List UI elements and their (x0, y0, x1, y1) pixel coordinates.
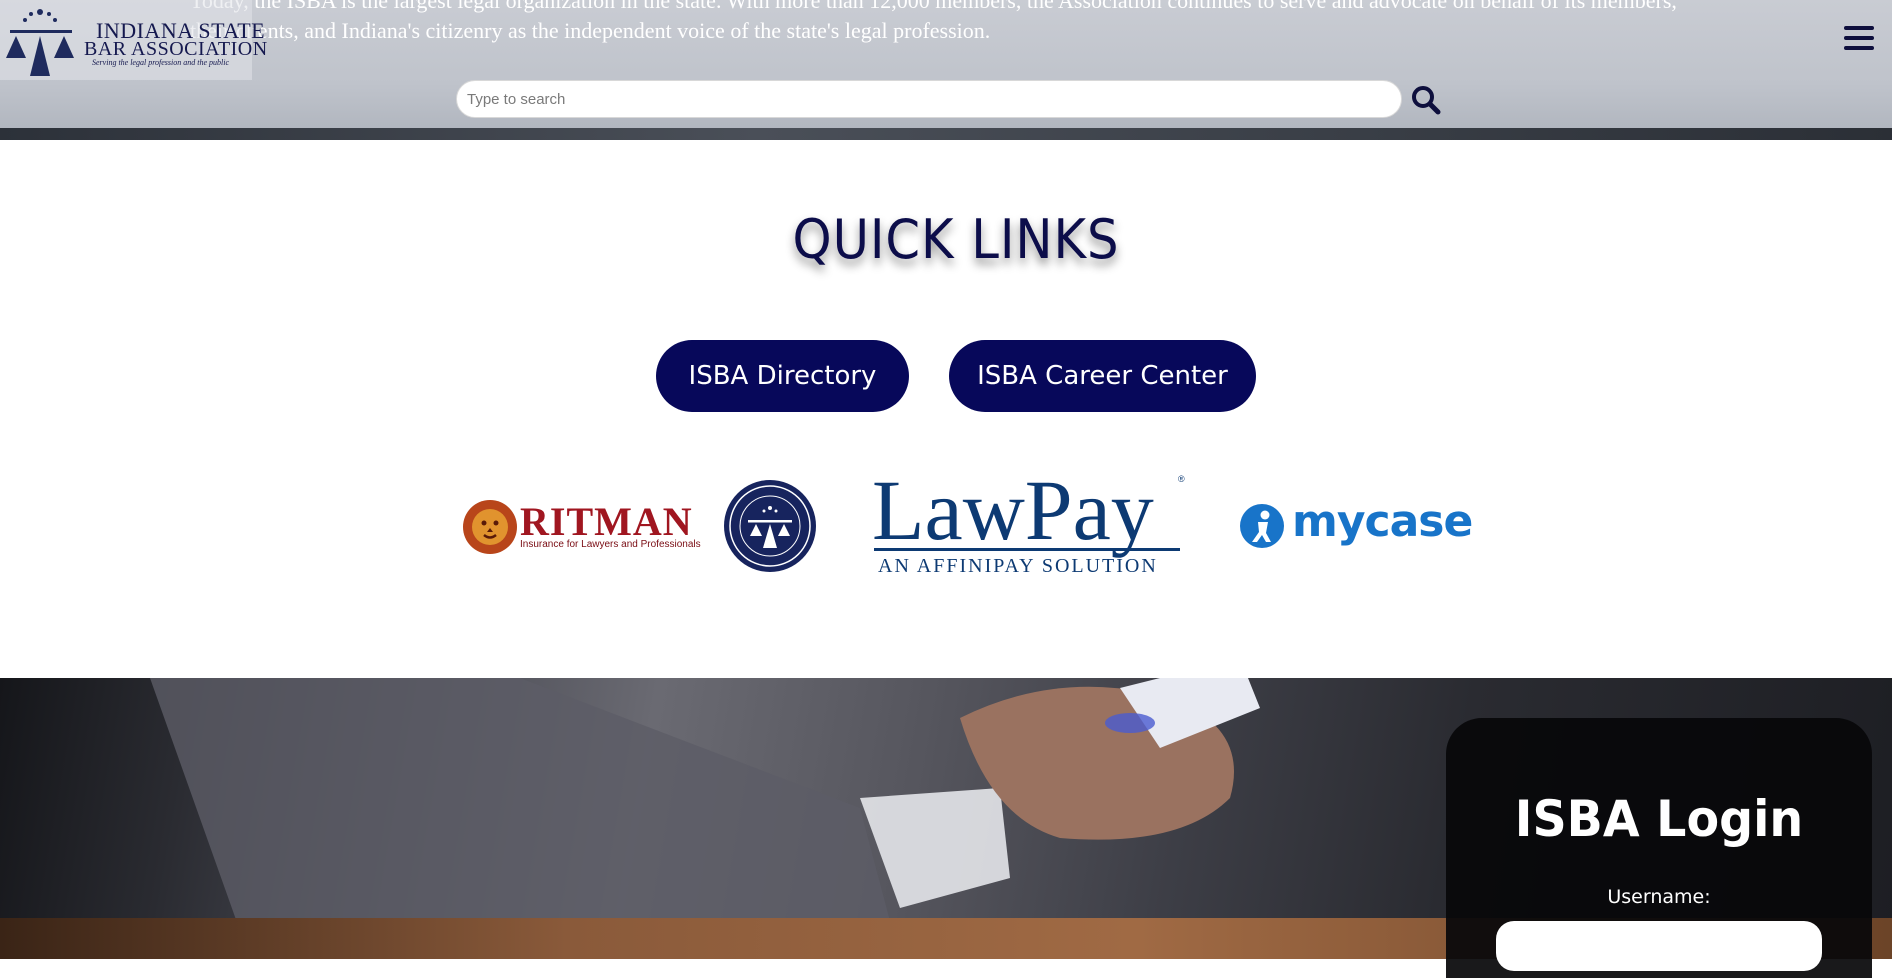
search-input[interactable] (456, 80, 1402, 118)
lion-icon (463, 500, 517, 554)
lawpay-name: LawPay (872, 462, 1154, 558)
quick-links-title: QUICK LINKS (792, 208, 1120, 271)
login-panel: ISBA Login Username: (1446, 718, 1872, 978)
mycase-person-icon (1240, 504, 1284, 548)
lawpay-rule (874, 548, 1180, 551)
search-icon[interactable] (1410, 84, 1442, 116)
hamburger-menu-icon[interactable] (1844, 26, 1874, 52)
mycase-logo-link[interactable]: mycase (1238, 496, 1473, 552)
lawpay-tagline: AN AFFINIPAY SOLUTION (878, 555, 1158, 577)
scales-emblem-icon (6, 9, 74, 76)
username-label: Username: (1607, 886, 1711, 908)
insurance-agency-seal-icon (724, 480, 816, 572)
isba-directory-button[interactable]: ISBA Directory (656, 340, 909, 412)
ritman-tagline: Insurance for Lawyers and Professionals (520, 539, 701, 550)
header-background-strip (0, 128, 1892, 140)
site-header: Today, the ISBA is the largest legal org… (0, 0, 1892, 140)
menu-bar (1844, 36, 1874, 40)
search-bar (456, 80, 1404, 118)
logo-tagline: Serving the legal profession and the pub… (92, 58, 230, 67)
mycase-name: mycase (1292, 496, 1473, 547)
isba-career-center-button[interactable]: ISBA Career Center (949, 340, 1256, 412)
lawpay-registered-mark: ® (1178, 474, 1185, 484)
intro-text: Today, the ISBA is the largest legal org… (190, 0, 1677, 43)
ritman-logo-link[interactable]: RITMAN Insurance for Lawyers and Profess… (462, 492, 701, 562)
login-title: ISBA Login (1514, 790, 1804, 848)
username-input[interactable] (1496, 921, 1822, 971)
isba-logo[interactable]: Indiana State Bar Association Serving th… (0, 0, 267, 80)
ritman-name: RITMAN (520, 499, 693, 544)
menu-bar (1844, 26, 1874, 30)
isba-insurance-agency-seal-link[interactable] (722, 478, 818, 574)
menu-bar (1844, 46, 1874, 50)
lawpay-logo-link[interactable]: LawPay ® AN AFFINIPAY SOLUTION (870, 462, 1190, 582)
